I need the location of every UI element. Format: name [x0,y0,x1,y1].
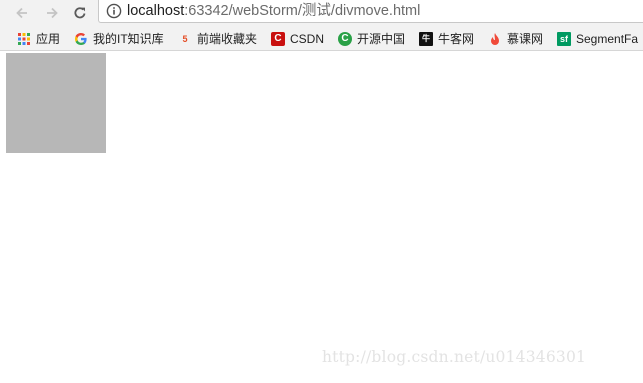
address-bar[interactable]: localhost:63342/webStorm/测试/divmove.html [98,0,643,23]
forward-button[interactable] [41,2,63,24]
back-arrow-icon [16,7,27,19]
bookmark-label: SegmentFa [576,32,639,46]
page-content: http://blog.csdn.net/u014346301 [0,52,643,383]
bookmark-label: 牛客网 [438,32,475,46]
reload-icon [74,7,86,19]
watermark: http://blog.csdn.net/u014346301 [322,348,587,366]
bookmarks-bar: 应用 我的IT知识库 5 前端收藏夹 C CSDN C 开源中国 牛 牛客网 慕… [0,27,643,51]
url-host: localhost [127,3,185,19]
info-icon[interactable] [106,3,122,19]
bookmark-label: 前端收藏夹 [197,32,258,46]
reload-button[interactable] [69,2,91,24]
bookmark-label: 开源中国 [357,32,406,46]
bookmark-csdn[interactable]: C CSDN [271,30,324,48]
movable-box[interactable] [6,53,106,153]
bookmark-label: 我的IT知识库 [93,32,164,46]
bookmark-label: 慕课网 [507,32,544,46]
url-path: :63342/webStorm/测试/divmove.html [184,3,421,19]
google-g-icon [74,32,88,46]
bookmark-it-knowledge[interactable]: 我的IT知识库 [74,30,164,48]
bookmark-apps[interactable]: 应用 [17,30,60,48]
csdn-icon: C [271,32,285,46]
bookmark-label: CSDN [290,32,325,46]
bookmark-oschina[interactable]: C 开源中国 [338,30,405,48]
html5-icon: 5 [182,34,188,44]
bookmark-segmentfault[interactable]: sf SegmentFa [557,30,638,48]
forward-arrow-icon [47,7,58,19]
bookmark-label: 应用 [36,32,61,46]
browser-toolbar: localhost:63342/webStorm/测试/divmove.html [0,0,643,27]
bookmark-imooc[interactable]: 慕课网 [488,30,543,48]
nowcoder-icon: 牛 [419,32,433,46]
back-button[interactable] [11,2,33,24]
imooc-flame-icon [488,32,502,46]
apps-grid-icon [17,32,31,46]
url-text[interactable]: localhost:63342/webStorm/测试/divmove.html [127,3,420,19]
bookmark-frontend-favorites[interactable]: 5 前端收藏夹 [178,30,257,48]
oschina-icon: C [338,32,352,46]
segmentfault-icon: sf [557,32,571,46]
bookmark-nowcoder[interactable]: 牛 牛客网 [419,30,474,48]
